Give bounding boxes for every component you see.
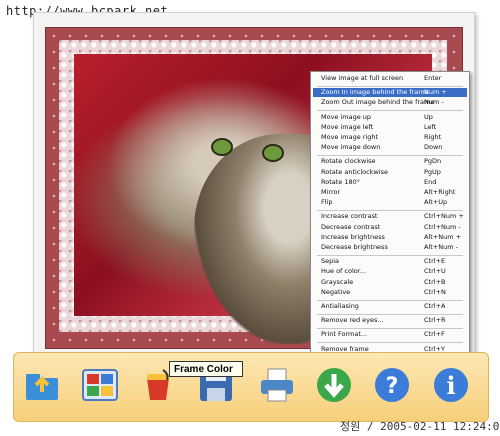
menu-item-label: Zoom Out image behind the frame <box>321 98 435 107</box>
menu-item[interactable]: Grayscale Ctrl+B <box>313 278 467 287</box>
menu-item-label: Flip <box>321 198 333 207</box>
svg-text:i: i <box>446 371 455 400</box>
menu-item-shortcut: Ctrl+R <box>424 316 446 325</box>
help-icon: ? <box>373 366 411 408</box>
menu-separator <box>317 327 463 329</box>
menu-item[interactable]: Rotate anticlockwise PgUp <box>313 168 467 177</box>
menu-item-label: Negative <box>321 287 351 296</box>
menu-item-shortcut: Ctrl+E <box>424 257 446 266</box>
menu-item[interactable]: Flip Alt+Up <box>313 198 467 207</box>
menu-item[interactable]: Mirror Alt+Right <box>313 188 467 197</box>
menu-item[interactable]: Rotate clockwise PgDn <box>313 157 467 166</box>
menu-item-shortcut: Ctrl+B <box>424 277 446 286</box>
menu-item-shortcut: Left <box>424 122 437 131</box>
menu-item[interactable]: Hue of color... Ctrl+U <box>313 267 467 276</box>
tooltip-label: Frame Color <box>174 364 233 375</box>
context-menu: View image at full screen Enter Zoom In im… <box>310 71 470 367</box>
menu-item-label: Mirror <box>321 188 341 196</box>
menu-item-shortcut: Down <box>424 143 443 152</box>
menu-item-label: Move image down <box>321 143 381 152</box>
watermark-author-date: 정원 / 2005-02-11 12:24:01 <box>340 420 500 433</box>
svg-text:?: ? <box>386 374 399 399</box>
menu-item-shortcut: PgUp <box>424 167 441 176</box>
menu-item-shortcut: Alt+Up <box>424 198 448 207</box>
menu-item[interactable]: Decrease brightness Alt+Num - <box>313 243 467 252</box>
menu-item[interactable]: Increase brightness Alt+Num + <box>313 233 467 242</box>
menu-item-shortcut: Num + <box>424 88 447 97</box>
menu-item-label: Sepia <box>321 257 340 266</box>
menu-item-shortcut: Ctrl+F <box>424 330 445 339</box>
menu-item-label: View image at full screen <box>321 74 404 82</box>
menu-item-label: Increase contrast <box>321 212 378 221</box>
printer-icon <box>258 366 296 408</box>
menu-item-label: Decrease contrast <box>321 222 381 231</box>
menu-item-label: Rotate anticlockwise <box>321 167 389 176</box>
menu-item-shortcut: Alt+Num - <box>424 243 458 251</box>
menu-item[interactable]: Move image right Right <box>313 133 467 142</box>
menu-separator <box>317 342 463 344</box>
menu-item-shortcut: Ctrl+Num - <box>424 222 461 231</box>
menu-item-shortcut: PgDn <box>424 157 442 166</box>
frames-grid-icon <box>81 366 119 408</box>
cat-eye-left <box>211 138 233 156</box>
download-arrow-icon <box>315 366 353 408</box>
menu-item[interactable]: View image at full screen Enter <box>313 74 467 83</box>
menu-item[interactable]: Move image up Up <box>313 113 467 122</box>
download-arrow-button[interactable] <box>314 367 354 407</box>
cat-eye-right <box>262 144 284 162</box>
menu-item[interactable]: Remove red eyes... Ctrl+R <box>313 316 467 325</box>
menu-item[interactable]: Zoom In image behind the frame Num + <box>313 88 467 98</box>
menu-separator <box>317 299 463 301</box>
frame-color-tooltip: Frame Color <box>169 361 243 377</box>
menu-item[interactable]: Decrease contrast Ctrl+Num - <box>313 223 467 232</box>
menu-item-label: Antialiasing <box>321 302 359 310</box>
menu-item-label: Grayscale <box>321 277 354 286</box>
menu-item-shortcut: End <box>424 177 437 186</box>
open-folder-button[interactable] <box>22 367 62 407</box>
menu-item-shortcut: Up <box>424 112 433 121</box>
menu-item-label: Decrease brightness <box>321 243 388 251</box>
menu-item-label: Hue of color... <box>321 267 367 276</box>
menu-item[interactable]: Move image left Left <box>313 123 467 132</box>
menu-item-label: Zoom In image behind the frame <box>321 88 429 97</box>
menu-item-shortcut: Ctrl+A <box>424 302 446 310</box>
menu-separator <box>317 154 463 156</box>
menu-separator <box>317 313 463 315</box>
menu-item-label: Rotate clockwise <box>321 157 376 166</box>
menu-item-shortcut: Alt+Num + <box>424 232 462 241</box>
menu-item[interactable]: Antialiasing Ctrl+A <box>313 302 467 311</box>
menu-item-label: Move image left <box>321 122 374 131</box>
menu-item-shortcut: Ctrl+U <box>424 267 446 276</box>
menu-item-shortcut: Enter <box>424 74 442 82</box>
info-button[interactable]: i <box>431 367 471 407</box>
menu-item-label: Remove red eyes... <box>321 316 384 325</box>
frames-grid-button[interactable] <box>80 367 120 407</box>
menu-separator <box>317 85 463 87</box>
menu-item-label: Move image up <box>321 112 372 121</box>
menu-item-label: Increase brightness <box>321 232 385 241</box>
menu-item[interactable]: Rotate 180° End <box>313 178 467 187</box>
menu-item-label: Print Format... <box>321 330 368 339</box>
menu-item[interactable]: Print Format... Ctrl+F <box>313 330 467 339</box>
menu-item[interactable]: Increase contrast Ctrl+Num + <box>313 212 467 221</box>
menu-item-shortcut: Ctrl+N <box>424 287 446 296</box>
menu-item[interactable]: Move image down Down <box>313 143 467 152</box>
menu-item-label: Move image right <box>321 133 379 141</box>
menu-separator <box>317 110 463 112</box>
menu-item-shortcut: Ctrl+Num + <box>424 212 464 221</box>
menu-item[interactable]: Sepia Ctrl+E <box>313 257 467 266</box>
printer-button[interactable] <box>257 367 297 407</box>
info-icon: i <box>432 366 470 408</box>
menu-item[interactable]: Zoom Out image behind the frame Num - <box>313 98 467 107</box>
menu-item-shortcut: Alt+Right <box>424 188 456 196</box>
help-button[interactable]: ? <box>372 367 412 407</box>
menu-item-shortcut: Right <box>424 133 442 141</box>
menu-separator <box>317 209 463 211</box>
open-folder-icon <box>23 366 61 408</box>
menu-item-shortcut: Num - <box>424 98 444 107</box>
menu-item-label: Rotate 180° <box>321 177 361 186</box>
menu-separator <box>317 254 463 256</box>
menu-item[interactable]: Negative Ctrl+N <box>313 288 467 297</box>
